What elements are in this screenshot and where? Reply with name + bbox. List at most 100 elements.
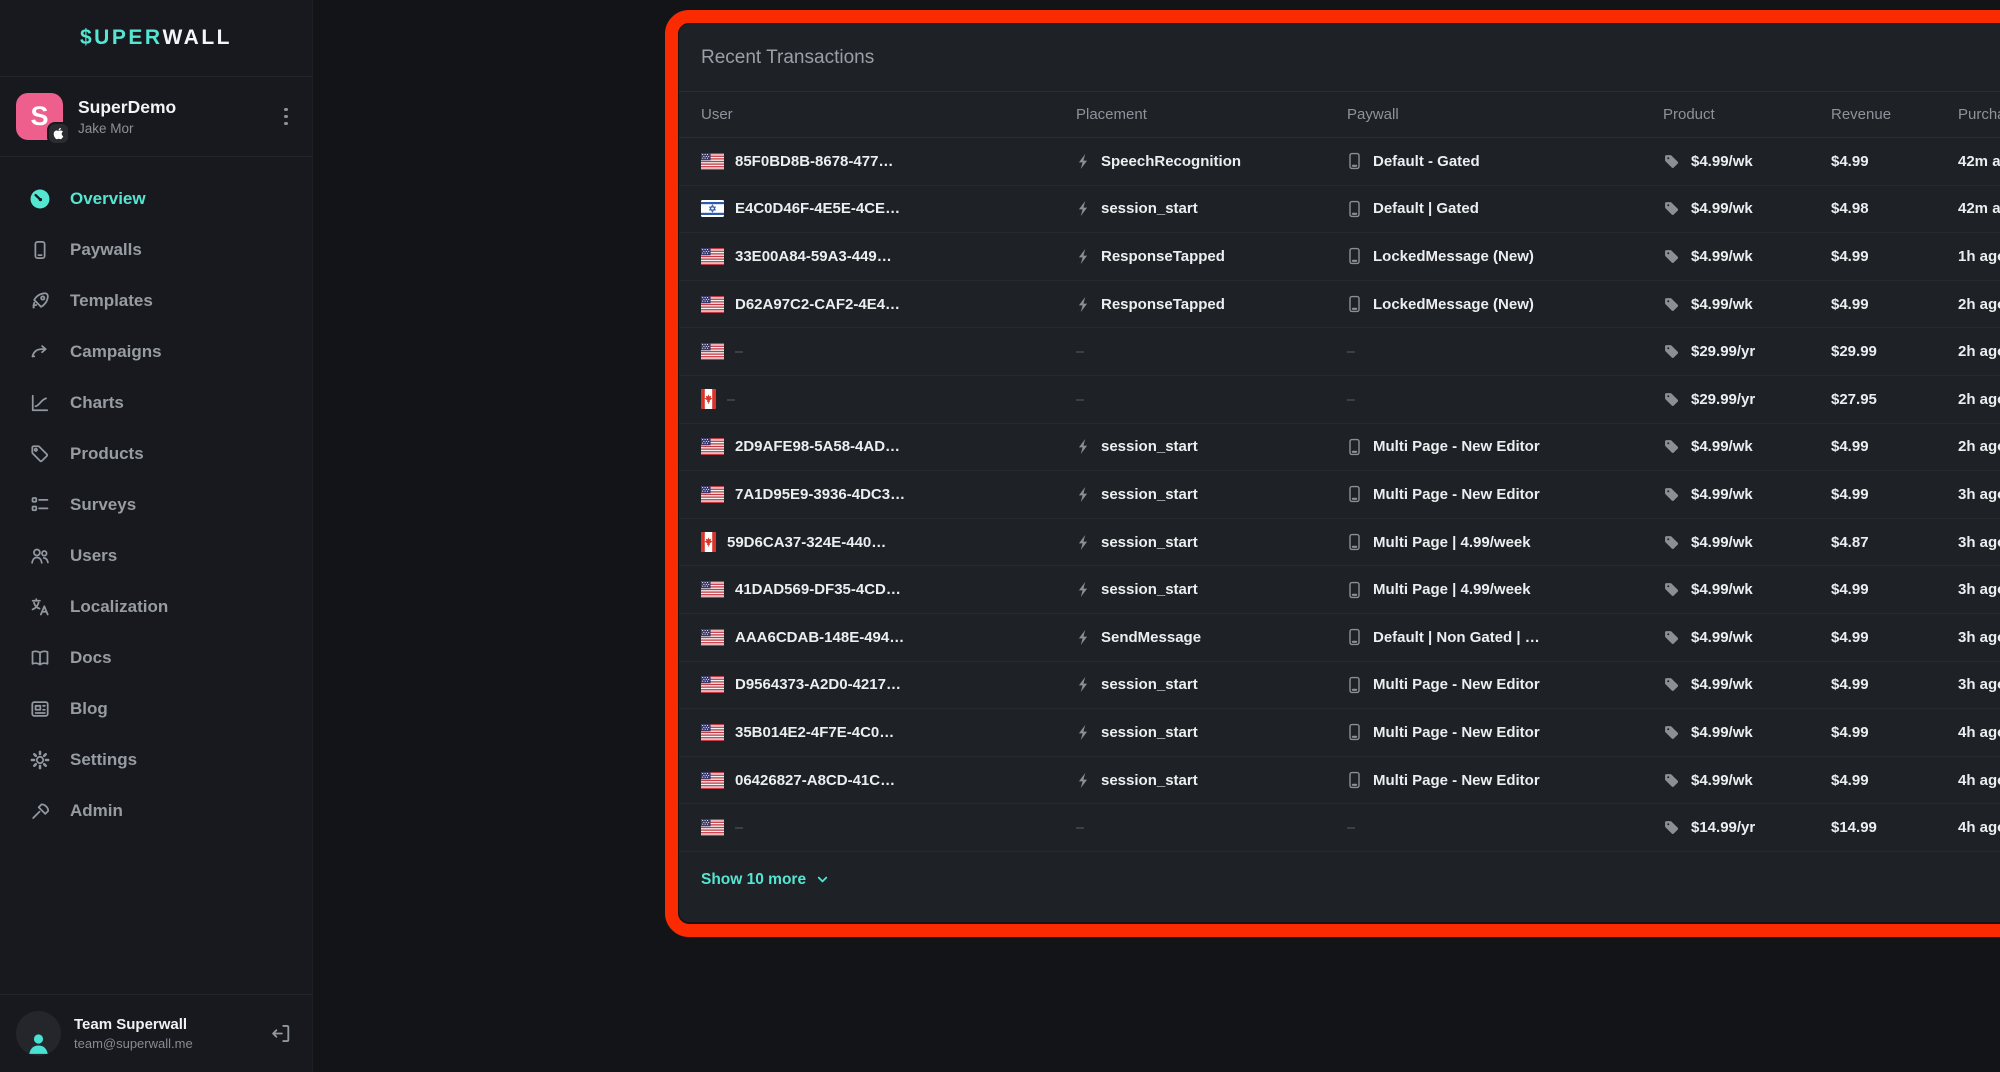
app-name: SuperDemo [78,97,176,118]
paywall: – [1347,819,1355,836]
table-row[interactable]: AAA6CDAB-148E-494… SendMessage Default |… [679,614,2000,662]
tag-icon [1663,629,1680,646]
column-header-product: Product [1663,106,1831,123]
paywall-phone-icon [1347,200,1362,218]
sidebar-item-campaigns[interactable]: Campaigns [0,326,312,377]
sidebar-item-blog[interactable]: Blog [0,683,312,734]
table-row[interactable]: 7A1D95E9-3936-4DC3… session_start Multi … [679,471,2000,519]
tag-icon [1663,343,1680,360]
revenue: $29.99 [1831,343,1877,360]
user-id: 59D6CA37-324E-440… [727,534,886,551]
table-row[interactable]: 33E00A84-59A3-449… ResponseTapped Locked… [679,233,2000,281]
table-row[interactable]: 2D9AFE98-5A58-4AD… session_start Multi P… [679,424,2000,472]
sidebar-item-users[interactable]: Users [0,530,312,581]
table-row[interactable]: 59D6CA37-324E-440… session_start Multi P… [679,519,2000,567]
user-cell: D9564373-A2D0-4217… [701,676,1076,693]
country-flag [701,772,724,789]
paywall: – [1347,391,1355,408]
country-flag [701,343,724,360]
country-flag [701,724,724,741]
sidebar-item-settings[interactable]: Settings [0,734,312,785]
user-cell: 33E00A84-59A3-449… [701,248,1076,265]
sidebar-item-charts[interactable]: Charts [0,377,312,428]
sidebar-item-templates[interactable]: Templates [0,275,312,326]
tag-icon [1663,296,1680,313]
paywall-cell: – [1347,391,1663,408]
revenue: $4.99 [1831,438,1869,455]
sidebar-item-overview[interactable]: Overview [0,173,312,224]
sidebar-item-admin[interactable]: Admin [0,785,312,836]
purchased-cell: 3h ago [1958,629,2000,646]
purchased: 1h ago [1958,248,2000,265]
table-row[interactable]: – – – $29.99/yr $27.95 2h ago Renewal [679,376,2000,424]
placement-cell: session_start [1076,486,1347,503]
revenue-cell: $4.99 [1831,676,1958,693]
sidebar-item-label: Admin [70,801,123,821]
sidebar-item-label: Paywalls [70,240,142,260]
app-switcher[interactable]: S SuperDemo Jake Mor [0,77,312,156]
revenue-cell: $4.98 [1831,200,1958,217]
bolt-icon [1076,486,1090,503]
bolt-icon [1076,200,1090,217]
paywall: LockedMessage (New) [1373,296,1534,313]
table-row[interactable]: 41DAD569-DF35-4CD… session_start Multi P… [679,566,2000,614]
paywall: – [1347,343,1355,360]
logout-icon[interactable] [269,1022,292,1045]
placement-cell: ResponseTapped [1076,296,1347,313]
show-more-button[interactable]: Show 10 more [701,871,830,889]
rocket-icon [29,290,51,312]
product: $4.99/wk [1691,486,1753,503]
admin-icon [29,800,51,822]
purchased: 2h ago [1958,391,2000,408]
purchased-cell: 2h ago [1958,391,2000,408]
placement-cell: session_start [1076,772,1347,789]
revenue: $4.99 [1831,724,1869,741]
product-cell: $4.99/wk [1663,581,1831,598]
sidebar-item-surveys[interactable]: Surveys [0,479,312,530]
revenue-cell: $4.99 [1831,438,1958,455]
purchased: 2h ago [1958,438,2000,455]
sidebar-item-products[interactable]: Products [0,428,312,479]
chart-icon [29,392,51,414]
localization-icon [29,596,51,618]
placement-cell: session_start [1076,534,1347,551]
sidebar-item-localization[interactable]: Localization [0,581,312,632]
sidebar-item-label: Localization [70,597,168,617]
paywall: Multi Page - New Editor [1373,676,1540,693]
product: $4.99/wk [1691,153,1753,170]
table-row[interactable]: 85F0BD8B-8678-477… SpeechRecognition Def… [679,138,2000,186]
user-id: 06426827-A8CD-41C… [735,772,895,789]
table-row[interactable]: – – – $29.99/yr $29.99 2h ago Renewal [679,328,2000,376]
user-cell: D62A97C2-CAF2-4E4… [701,296,1076,313]
recent-transactions-card: Recent Transactions Main Events UserPlac… [679,24,2000,922]
bolt-icon [1076,248,1090,265]
table-row[interactable]: E4C0D46F-4E5E-4CE… session_start Default… [679,186,2000,234]
table-row[interactable]: D9564373-A2D0-4217… session_start Multi … [679,662,2000,710]
paywall: Default | Gated [1373,200,1479,217]
user-cell: 2D9AFE98-5A58-4AD… [701,438,1076,455]
table-row[interactable]: 35B014E2-4F7E-4C0… session_start Multi P… [679,709,2000,757]
placement: SendMessage [1101,629,1201,646]
kebab-menu-icon[interactable] [278,102,294,132]
sidebar-item-docs[interactable]: Docs [0,632,312,683]
table-row[interactable]: – – – $14.99/yr $14.99 4h ago Renewal [679,804,2000,852]
paywall-phone-icon [1347,152,1362,170]
user-id: 7A1D95E9-3936-4DC3… [735,486,905,503]
sidebar-item-label: Charts [70,393,124,413]
placement-cell: – [1076,343,1347,360]
table-row[interactable]: D62A97C2-CAF2-4E4… ResponseTapped Locked… [679,281,2000,329]
sidebar-item-paywalls[interactable]: Paywalls [0,224,312,275]
purchased-cell: 3h ago [1958,534,2000,551]
user-id: 35B014E2-4F7E-4C0… [735,724,894,741]
account-footer: Team Superwall team@superwall.me [0,994,312,1072]
paywall-phone-icon [1347,676,1362,694]
purchased: 4h ago [1958,819,2000,836]
paywall-cell: Default - Gated [1347,152,1663,170]
table-row[interactable]: 06426827-A8CD-41C… session_start Multi P… [679,757,2000,805]
user-id: 2D9AFE98-5A58-4AD… [735,438,900,455]
product: $4.99/wk [1691,534,1753,551]
country-flag [701,486,724,503]
gauge-icon [29,188,51,210]
purchased: 3h ago [1958,534,2000,551]
paywall: Multi Page - New Editor [1373,772,1540,789]
